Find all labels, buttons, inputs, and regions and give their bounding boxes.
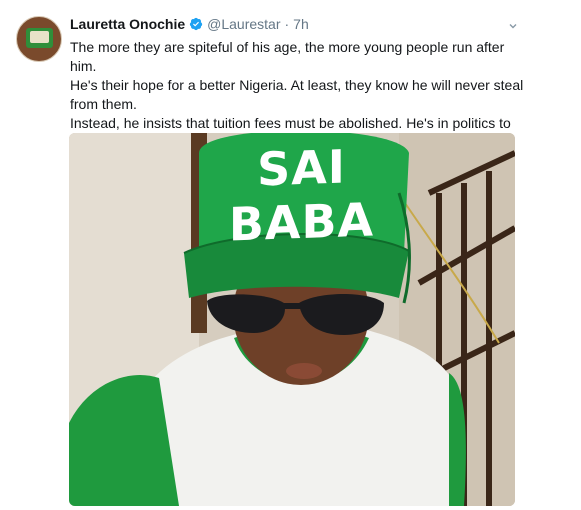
avatar-image-detail — [30, 31, 49, 43]
tweet-timestamp[interactable]: 7h — [293, 16, 309, 32]
tweet: Lauretta Onochie @Laurestar · 7h The mor… — [0, 0, 581, 510]
author-handle[interactable]: @Laurestar — [207, 16, 280, 32]
tweet-text-line: He's their hope for a better Nigeria. At… — [70, 77, 524, 112]
tweet-header: Lauretta Onochie @Laurestar · 7h — [70, 14, 309, 34]
verified-badge-icon — [189, 17, 203, 31]
cap-text: SAI BABA — [228, 139, 375, 252]
chevron-down-icon[interactable] — [508, 18, 518, 29]
author-name[interactable]: Lauretta Onochie — [70, 16, 185, 32]
tweet-photo[interactable]: SAI BABA — [69, 133, 515, 506]
author-avatar[interactable] — [16, 16, 62, 62]
header-separator: · — [284, 16, 290, 32]
tweet-text-line: The more they are spiteful of his age, t… — [70, 39, 505, 74]
